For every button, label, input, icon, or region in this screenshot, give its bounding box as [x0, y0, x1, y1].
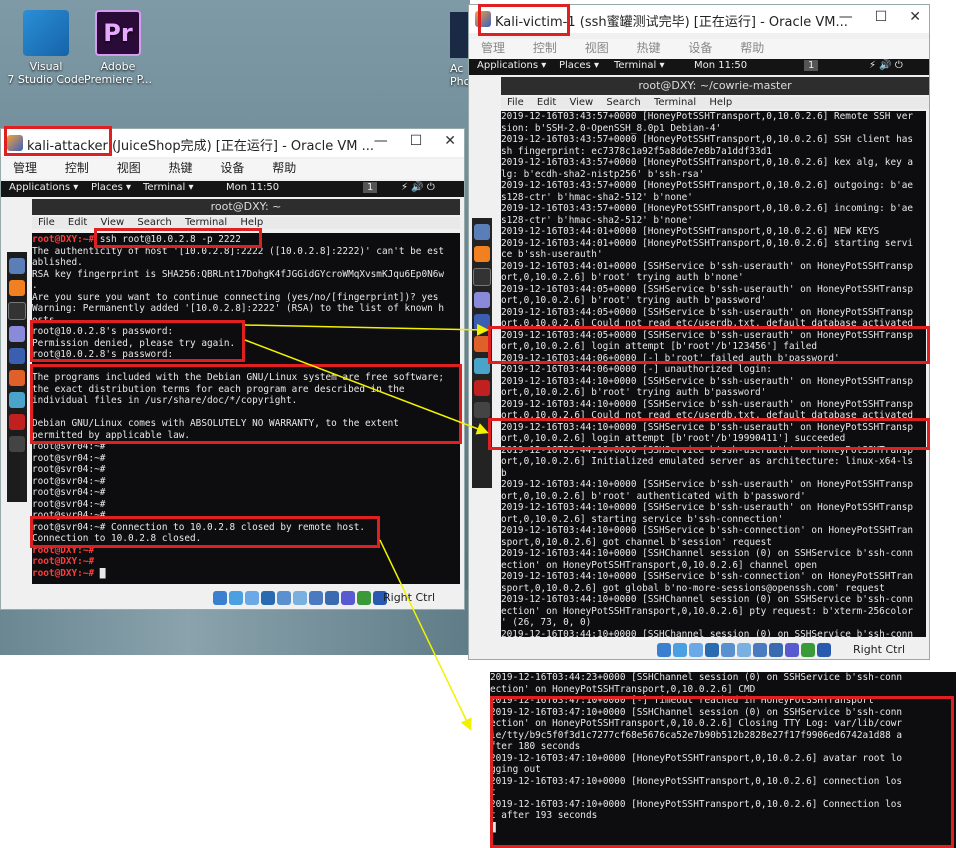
arrow-to-session-closed	[379, 539, 472, 731]
annotation-arrows	[244, 323, 489, 731]
arrow-to-succeeded-login	[244, 339, 489, 435]
arrow-to-failed-login	[244, 323, 489, 336]
